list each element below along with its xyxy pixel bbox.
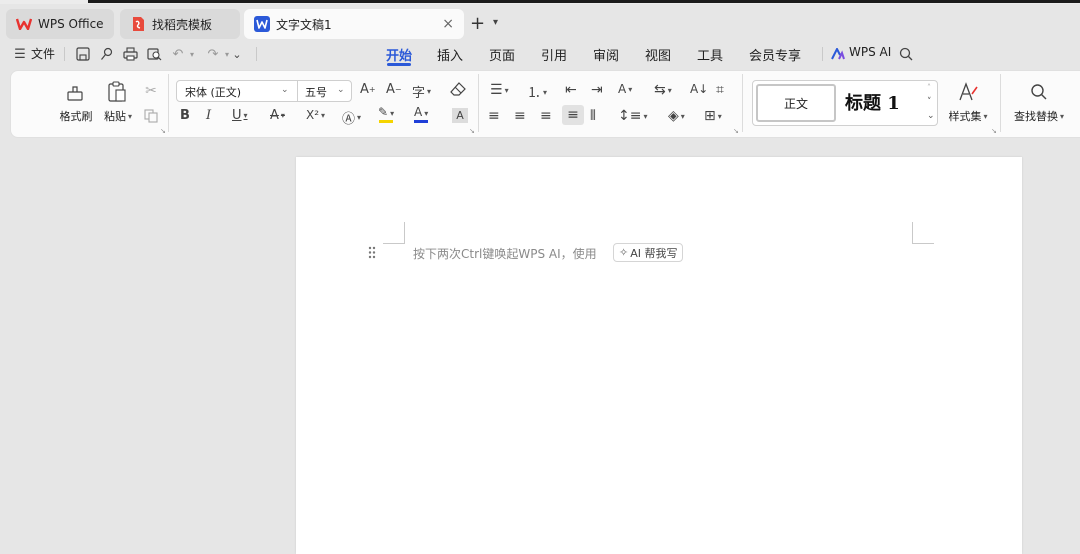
margin-corner-mark xyxy=(912,222,934,244)
tab-references[interactable]: 引用 xyxy=(541,45,567,64)
chevron-down-icon[interactable]: ⌄ xyxy=(337,85,345,95)
chevron-up-icon[interactable]: ˄ xyxy=(927,83,931,92)
ai-hint-text: 按下两次Ctrl键唤起WPS AI，使用 xyxy=(413,247,597,261)
format-painter-button[interactable]: 格式刷 xyxy=(56,108,96,124)
chevron-down-icon[interactable]: ▾ xyxy=(184,46,200,62)
increase-indent-icon[interactable]: ⇥ xyxy=(591,82,603,98)
tab-label: 文字文稿1 xyxy=(276,17,332,32)
wps-ai-button[interactable]: WPS AI xyxy=(849,45,891,59)
shading-icon[interactable]: ◈ ▾ xyxy=(668,108,685,124)
decrease-font-size-icon[interactable]: A − xyxy=(386,82,402,97)
writer-doc-icon xyxy=(254,16,270,32)
ai-sparkle-icon: ✧ xyxy=(619,246,629,259)
save-icon[interactable] xyxy=(75,46,91,62)
superscript-button[interactable]: X² ▾ xyxy=(306,108,325,122)
export-pdf-icon[interactable] xyxy=(99,46,115,62)
styles-gallery: 正文 标题 1 ˄ ˅ ⌄ xyxy=(752,80,938,126)
text-effect-icon[interactable]: Ⓐ ▾ xyxy=(342,108,361,127)
highlight-color-icon[interactable]: ✎ ▾ xyxy=(378,106,394,123)
active-tab-indicator xyxy=(387,63,411,66)
numbered-list-icon[interactable]: ⒈ ▾ xyxy=(527,82,547,102)
print-icon[interactable] xyxy=(122,46,138,62)
more-chevron-icon[interactable]: ⌄ xyxy=(229,46,245,62)
format-painter-icon[interactable] xyxy=(64,82,86,104)
drag-handle-icon[interactable] xyxy=(368,246,376,259)
decrease-indent-icon[interactable]: ⇤ xyxy=(565,82,577,98)
tab-membership[interactable]: 会员专享 xyxy=(749,45,801,64)
tab-label: 找稻壳模板 xyxy=(152,17,213,32)
chevron-down-icon[interactable]: ⌄ xyxy=(281,85,289,95)
italic-button[interactable]: I xyxy=(206,108,211,123)
search-icon[interactable] xyxy=(898,46,914,62)
character-shading-icon[interactable]: A xyxy=(452,108,468,123)
find-replace-button[interactable]: 查找替换 ▾ xyxy=(1010,108,1068,124)
justify-icon[interactable]: ≡ xyxy=(562,105,584,125)
wps-ai-icon xyxy=(830,46,846,62)
tab-view[interactable]: 视图 xyxy=(645,45,671,64)
tab-docer-templates[interactable]: 找稻壳模板 xyxy=(120,9,240,39)
sort-icon[interactable]: A↓ xyxy=(690,82,708,96)
distributed-icon[interactable]: ⫴ xyxy=(590,108,596,124)
style-heading-1[interactable]: 标题 1 xyxy=(845,89,900,115)
bold-button[interactable]: B xyxy=(180,108,190,123)
tab-bar: WPS Office 找稻壳模板 文字文稿1 × + ▾ xyxy=(0,4,1080,39)
strikethrough-button[interactable]: A ▾ xyxy=(270,108,285,123)
font-selector: 宋体 (正文) ⌄ 五号 ⌄ xyxy=(176,80,352,102)
borders-icon[interactable]: ⊞ ▾ xyxy=(704,108,722,124)
gallery-more-icon[interactable]: ⌄ xyxy=(927,111,935,121)
wps-logo-icon xyxy=(16,16,32,32)
tab-document-1[interactable]: 文字文稿1 × xyxy=(244,9,464,39)
menu-bar: ☰ 文件 ↶ ▾ ↷ ▾ ⌄ 开始 插入 页面 引用 审阅 视图 工具 会员专享… xyxy=(0,38,1080,68)
hamburger-icon[interactable]: ☰ xyxy=(12,46,28,62)
text-direction-icon[interactable]: ⇆ ▾ xyxy=(654,82,672,98)
align-right-icon[interactable]: ≡ xyxy=(540,108,552,124)
style-set-button[interactable]: 样式集 ▾ xyxy=(946,108,990,124)
chinese-layout-icon[interactable]: A ▾ xyxy=(618,82,632,96)
group-expand-icon[interactable]: ↘ xyxy=(991,127,997,135)
underline-button[interactable]: U ▾ xyxy=(232,108,248,123)
close-icon[interactable]: × xyxy=(442,16,454,32)
tab-page[interactable]: 页面 xyxy=(489,45,515,64)
group-expand-icon[interactable]: ↘ xyxy=(733,127,739,135)
print-preview-icon[interactable] xyxy=(146,46,162,62)
clear-format-icon[interactable] xyxy=(450,82,466,96)
show-marks-icon[interactable]: ⌗ xyxy=(716,82,724,98)
chevron-down-icon[interactable]: ˅ xyxy=(927,97,932,107)
increase-font-size-icon[interactable]: A + xyxy=(360,82,376,97)
docer-icon xyxy=(130,16,146,32)
tab-tools[interactable]: 工具 xyxy=(697,45,723,64)
paste-icon[interactable] xyxy=(106,81,128,103)
align-center-icon[interactable]: ≡ xyxy=(514,108,526,124)
group-expand-icon[interactable]: ↘ xyxy=(160,127,166,135)
ai-write-button[interactable]: ✧ AI 帮我写 xyxy=(613,243,684,262)
document-page[interactable] xyxy=(296,157,1022,554)
find-icon[interactable] xyxy=(1027,80,1051,104)
font-size-dropdown[interactable]: 五号 xyxy=(305,84,327,100)
cut-icon[interactable]: ✂ xyxy=(142,82,160,100)
copy-icon[interactable] xyxy=(142,107,160,125)
file-menu[interactable]: 文件 xyxy=(31,45,55,62)
font-color-icon[interactable]: A ▾ xyxy=(414,106,428,123)
tab-insert[interactable]: 插入 xyxy=(437,45,463,64)
tab-review[interactable]: 审阅 xyxy=(593,45,619,64)
chevron-down-icon[interactable]: ▾ xyxy=(493,17,498,28)
style-set-icon[interactable] xyxy=(956,80,980,104)
style-normal[interactable]: 正文 xyxy=(756,84,836,122)
tab-home[interactable]: 开始 xyxy=(386,45,412,64)
font-name-dropdown[interactable]: 宋体 (正文) xyxy=(185,84,241,100)
new-tab-button[interactable]: + xyxy=(470,13,485,34)
margin-corner-mark xyxy=(383,222,405,244)
tab-wps-office[interactable]: WPS Office xyxy=(6,9,114,39)
group-expand-icon[interactable]: ↘ xyxy=(469,127,475,135)
line-spacing-icon[interactable]: ↕≡ ▾ xyxy=(618,108,647,124)
bullet-list-icon[interactable]: ☰ ▾ xyxy=(490,82,509,98)
phonetic-guide-icon[interactable]: 字 ▾ xyxy=(412,82,431,101)
align-left-icon[interactable]: ≡ xyxy=(488,108,500,124)
tab-label: WPS Office xyxy=(38,17,104,31)
paste-button[interactable]: 粘贴 ▾ xyxy=(100,108,136,124)
